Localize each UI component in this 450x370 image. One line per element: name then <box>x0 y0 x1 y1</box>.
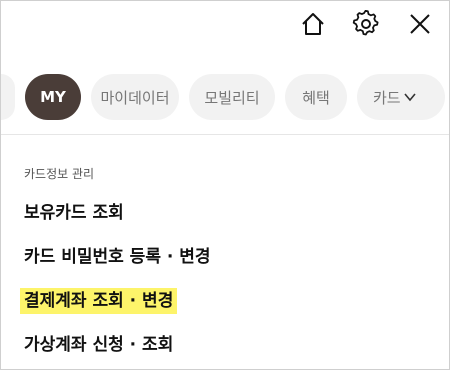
gear-icon[interactable] <box>351 9 381 39</box>
tab-card-label: 카드 <box>373 88 401 107</box>
tab-benefits[interactable]: 혜택 <box>285 74 347 120</box>
close-icon[interactable] <box>405 9 435 39</box>
menu-item-label: 결제계좌 조회 · 변경 <box>20 288 178 314</box>
menu-item-label: 카드 비밀번호 등록 · 변경 <box>24 247 211 267</box>
chevron-down-icon[interactable] <box>403 90 417 104</box>
menu-item-virtual-account[interactable]: 가상계좌 신청 · 조회 <box>24 331 211 369</box>
top-toolbar <box>1 1 449 53</box>
menu-item-label: 보유카드 조회 <box>24 203 124 223</box>
menu-item-payment-account[interactable]: 결제계좌 조회 · 변경 <box>20 287 211 331</box>
card-info-menu: 보유카드 조회 카드 비밀번호 등록 · 변경 결제계좌 조회 · 변경 가상계… <box>20 199 211 369</box>
section-title: 카드정보 관리 <box>24 167 95 181</box>
app-frame: MY 마이데이터 모빌리티 혜택 카드 카드정보 관리 보유카드 조회 카드 비… <box>0 0 450 370</box>
divider <box>1 134 449 135</box>
tab-mobility[interactable]: 모빌리티 <box>189 74 275 120</box>
category-tabs: MY 마이데이터 모빌리티 혜택 카드 <box>1 71 449 123</box>
menu-item-label: 가상계좌 신청 · 조회 <box>24 335 174 355</box>
tab-partial-left[interactable] <box>1 74 15 120</box>
home-icon[interactable] <box>298 9 328 39</box>
tab-mydata[interactable]: 마이데이터 <box>91 74 179 120</box>
tab-card[interactable]: 카드 <box>357 74 445 120</box>
menu-item-card-password[interactable]: 카드 비밀번호 등록 · 변경 <box>24 243 211 287</box>
menu-item-owned-cards[interactable]: 보유카드 조회 <box>24 199 211 243</box>
tab-my[interactable]: MY <box>25 74 81 120</box>
